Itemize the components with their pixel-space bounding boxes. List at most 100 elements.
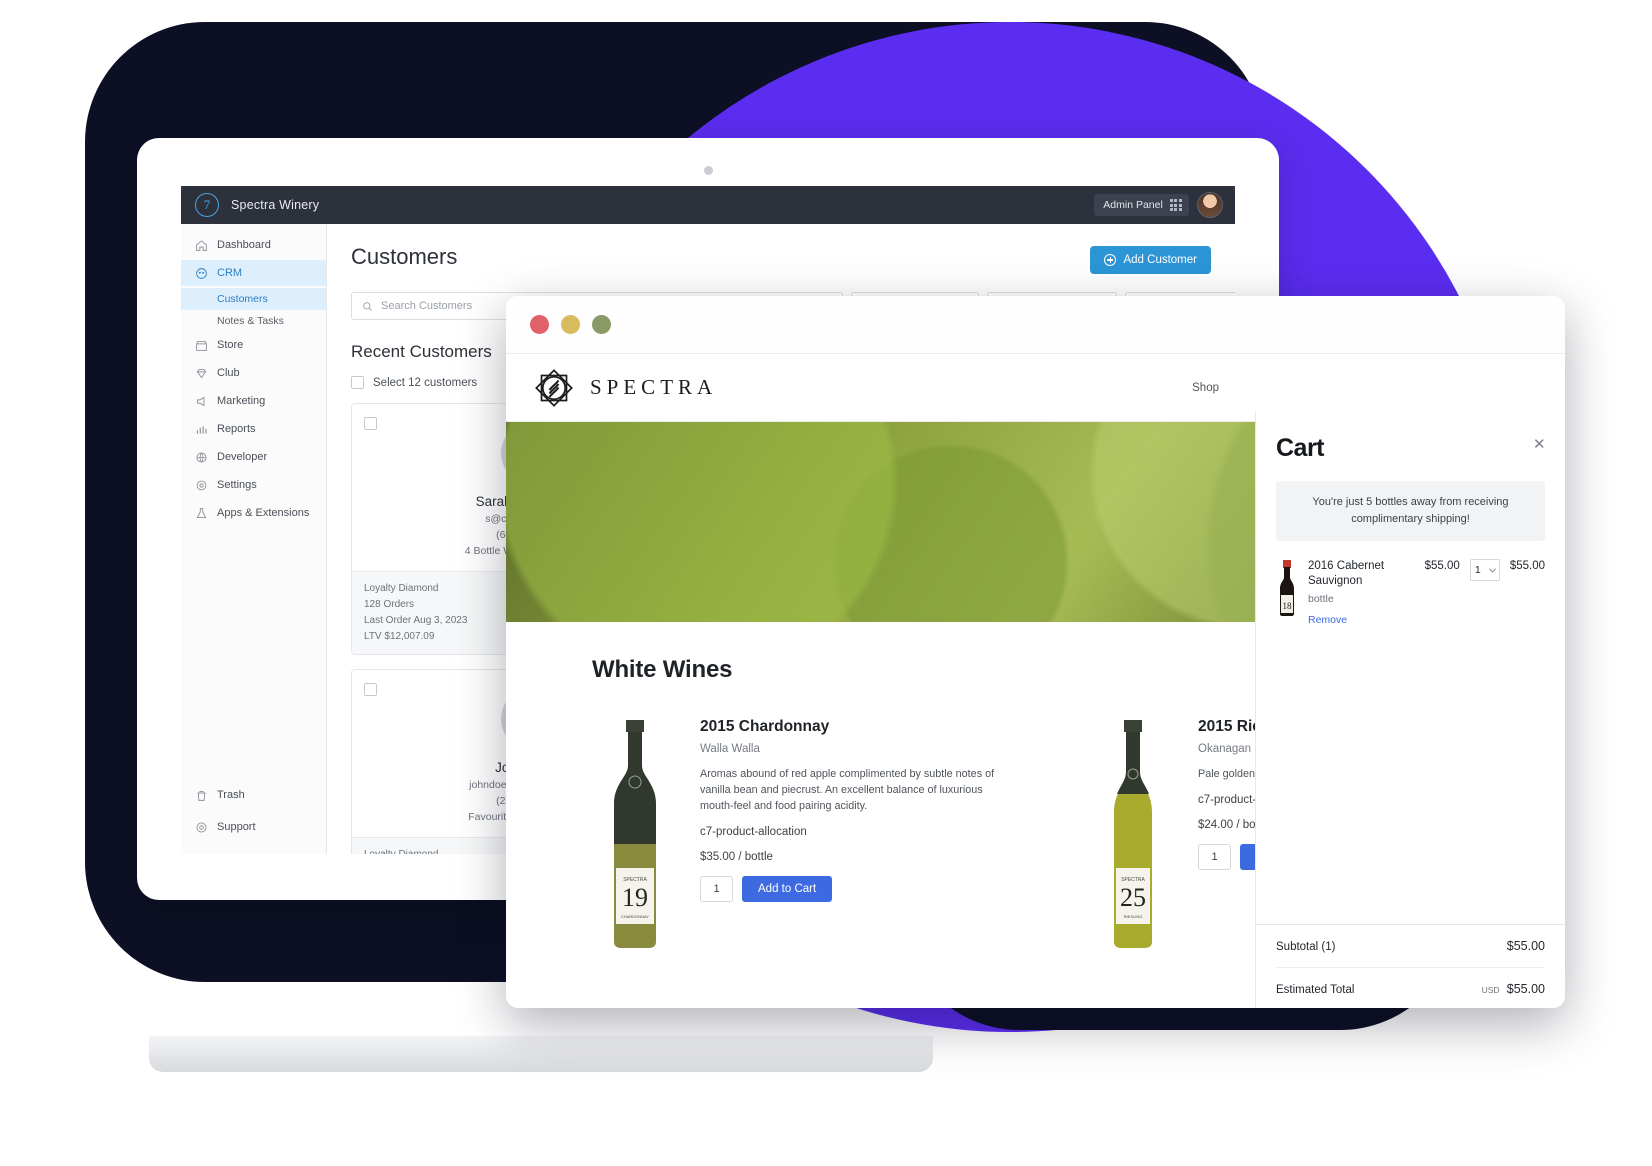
store-browser-window: SPECTRA Shop White Wines 19 SPECTRA CHAR…: [506, 296, 1565, 1008]
chevron-down-icon: [1488, 565, 1496, 573]
sidebar-bottom-group: Trash Support: [181, 780, 326, 854]
store-nav: Shop: [1192, 382, 1539, 394]
sidebar-item-trash[interactable]: Trash: [181, 780, 326, 810]
sidebar-item-customers[interactable]: Customers: [181, 288, 326, 310]
sidebar-item-dashboard[interactable]: Dashboard: [181, 232, 326, 258]
sidebar-subitem-label: Notes & Tasks: [217, 315, 284, 327]
cart-subtotal-value: $55.00: [1506, 939, 1545, 953]
diamond-icon: [196, 368, 207, 378]
admin-panel-label: Admin Panel: [1103, 199, 1163, 211]
bottle-vintage-number: 19: [622, 883, 648, 912]
cart-total-value: $55.00: [1506, 982, 1545, 996]
cart-total-amount: USD $55.00: [1482, 982, 1545, 996]
plus-circle-icon: [1104, 254, 1117, 266]
cart-total-label: Estimated Total: [1276, 984, 1355, 996]
apps-grid-icon: [1169, 198, 1182, 212]
sidebar-item-apps-extensions[interactable]: Apps & Extensions: [181, 500, 326, 526]
sidebar-item-notes-tasks[interactable]: Notes & Tasks: [181, 310, 326, 332]
lifebuoy-icon: [196, 822, 207, 832]
laptop-base: [149, 1036, 933, 1072]
add-customer-button[interactable]: Add Customer: [1090, 246, 1211, 274]
close-icon[interactable]: ✕: [1533, 437, 1547, 452]
sidebar-item-store[interactable]: Store: [181, 332, 326, 358]
cart-total-row: Estimated Total USD $55.00: [1276, 968, 1545, 1008]
cart-item-name: 2016 Cabernet Sauvignon: [1308, 560, 1385, 587]
brand-name: Spectra Winery: [231, 198, 320, 212]
gear-icon: [196, 480, 207, 490]
sidebar-item-developer[interactable]: Developer: [181, 444, 326, 470]
sidebar-item-label: Trash: [217, 789, 245, 801]
cart-total-currency: USD: [1481, 985, 1500, 995]
sidebar-item-label: Support: [217, 821, 256, 833]
browser-title-bar: [506, 296, 1565, 354]
megaphone-icon: [196, 396, 205, 406]
sidebar-item-marketing[interactable]: Marketing: [181, 388, 326, 414]
cart-item-quantity-select[interactable]: 1: [1469, 559, 1500, 581]
cart-item-remove-link[interactable]: Remove: [1308, 614, 1415, 626]
flask-icon: [196, 507, 207, 518]
add-customer-label: Add Customer: [1123, 254, 1197, 266]
sidebar-item-settings[interactable]: Settings: [181, 472, 326, 498]
cart-title: Cart: [1276, 434, 1325, 462]
sidebar-item-label: Apps & Extensions: [217, 507, 310, 519]
cabernet-bottle-icon: 18: [1280, 560, 1294, 616]
admin-sidebar: Dashboard CRM Customers Notes & Tasks St…: [181, 224, 327, 854]
close-dot-icon[interactable]: [530, 315, 549, 334]
cart-header: Cart ✕: [1256, 412, 1565, 463]
home-icon: [196, 239, 207, 251]
minimize-dot-icon[interactable]: [561, 315, 580, 334]
sidebar-item-club[interactable]: Club: [181, 360, 326, 386]
product-bottle-image: 25 SPECTRA RIESLING: [1090, 718, 1176, 948]
sidebar-item-label: Settings: [217, 479, 257, 491]
sidebar-item-label: Dashboard: [217, 239, 271, 251]
page-title: Customers: [351, 244, 458, 269]
add-to-cart-button[interactable]: Add to Cart: [742, 876, 833, 902]
cart-subtotal-label: Subtotal (1): [1276, 941, 1336, 953]
cart-item-unit: bottle: [1308, 593, 1334, 605]
spectra-diamond-icon: [535, 368, 573, 407]
bottle-vintage-number: 25: [1120, 883, 1146, 912]
svg-text:RIESLING: RIESLING: [1124, 914, 1143, 919]
storefront: SPECTRA Shop White Wines 19 SPECTRA CHAR…: [506, 354, 1565, 1008]
customer-select-checkbox[interactable]: [364, 417, 377, 430]
sidebar-item-label: Club: [217, 367, 240, 379]
laptop-bezel: [137, 138, 1279, 186]
svg-text:SPECTRA: SPECTRA: [1121, 877, 1145, 883]
sidebar-item-reports[interactable]: Reports: [181, 416, 326, 442]
spectra-logo[interactable]: SPECTRA: [532, 366, 717, 410]
cart-line-item: 18 2016 Cabernet Sauvignon bottle Remove…: [1256, 541, 1565, 626]
sidebar-item-label: Developer: [217, 451, 268, 463]
maximize-dot-icon[interactable]: [592, 315, 611, 334]
cart-item-price: $55.00: [1424, 560, 1460, 572]
select-all-checkbox[interactable]: [351, 376, 364, 389]
quantity-input[interactable]: [1198, 844, 1231, 870]
search-icon: [363, 301, 372, 311]
product-description: Aromas abound of red apple complimented …: [700, 768, 995, 812]
sidebar-item-crm[interactable]: CRM: [181, 260, 326, 286]
store-nav-item-shop[interactable]: Shop: [1192, 382, 1219, 394]
user-avatar[interactable]: [1197, 192, 1223, 218]
product-card: 19 SPECTRA CHARDONNAY 2015 Chardonnay Wa…: [592, 718, 1032, 948]
commerce7-seven-icon[interactable]: 7: [195, 193, 219, 217]
screenshot-stage: 7 Spectra Winery Admin Panel Dashboard C…: [0, 0, 1652, 1166]
product-actions: Add to Cart: [700, 876, 1032, 902]
cart-drawer: Cart ✕ You're just 5 bottles away from r…: [1255, 412, 1565, 1008]
riesling-bottle-icon: 25 SPECTRA RIESLING: [1114, 720, 1152, 948]
svg-text:SPECTRA: SPECTRA: [623, 877, 647, 883]
svg-text:CHARDONNAY: CHARDONNAY: [621, 914, 649, 919]
sidebar-item-label: Reports: [217, 423, 256, 435]
product-price: $35.00 / bottle: [700, 851, 773, 863]
trash-icon: [197, 790, 206, 801]
quantity-input[interactable]: [700, 876, 733, 902]
admin-topbar: 7 Spectra Winery Admin Panel: [181, 186, 1235, 224]
search-placeholder: Search Customers: [381, 300, 473, 312]
admin-panel-button[interactable]: Admin Panel: [1094, 193, 1189, 217]
chardonnay-bottle-icon: 19 SPECTRA CHARDONNAY: [614, 720, 656, 948]
cart-subtotal-row: Subtotal (1) $55.00: [1276, 925, 1545, 968]
customer-select-checkbox[interactable]: [364, 683, 377, 696]
product-allocation: c7-product-allocation: [700, 826, 807, 838]
spectra-wordmark: SPECTRA: [590, 375, 718, 399]
cart-footer: Subtotal (1) $55.00 Estimated Total USD …: [1256, 924, 1565, 1008]
product-info: 2015 Chardonnay Walla Walla Aromas aboun…: [700, 718, 1032, 948]
sidebar-item-support[interactable]: Support: [181, 812, 326, 842]
